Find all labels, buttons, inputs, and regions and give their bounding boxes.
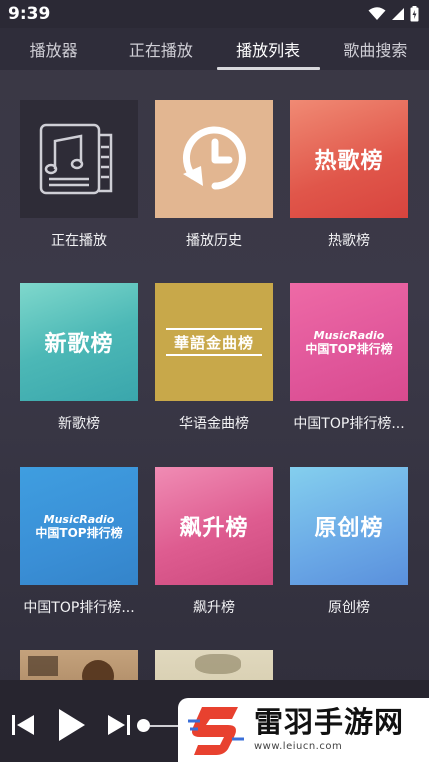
cover-text: 飙升榜 [179,516,249,541]
card-cover: 華語金曲榜 [155,283,273,401]
cover-text: 原创榜 [314,516,384,541]
cover-text: 新歌榜 [44,332,114,357]
card-cover: 原创榜 [290,467,408,585]
watermark-logo-icon [188,707,244,755]
card-title: 原创榜 [328,600,370,616]
card-cover [155,100,273,218]
card-now-playing[interactable]: 正在播放 [20,100,138,250]
battery-icon [410,6,419,22]
card-title: 新歌榜 [58,416,100,432]
watermark-url: www.leiucn.com [254,741,343,752]
watermark-text: 雷羽手游网 www.leiucn.com [254,705,405,753]
tab-player[interactable]: 播放器 [0,28,107,70]
status-icons [368,6,419,22]
card-title: 华语金曲榜 [179,416,249,432]
card-new-songs[interactable]: 新歌榜 新歌榜 [20,283,138,433]
card-soaring[interactable]: 飙升榜 飙升榜 [155,467,273,617]
seek-bar-handle[interactable] [137,719,150,732]
gold-banner: 華語金曲榜 [166,325,262,359]
card-china-top-1[interactable]: MusicRadio 中国TOP排行榜 中国TOP排行榜... [290,283,408,433]
tab-bar: 播放器 正在播放 播放列表 歌曲搜索 [0,28,429,70]
card-cover [20,100,138,218]
card-title: 正在播放 [51,233,107,249]
card-cover: 热歌榜 [290,100,408,218]
musicradio-logo: MusicRadio 中国TOP排行榜 [305,328,393,356]
cover-text: 華語金曲榜 [173,333,254,352]
card-cover: MusicRadio 中国TOP排行榜 [290,283,408,401]
play-icon[interactable] [58,708,86,742]
tab-playlist[interactable]: 播放列表 [215,28,322,70]
card-title: 播放历史 [186,233,242,249]
history-clock-icon [183,126,246,190]
card-partial-1[interactable] [20,650,138,680]
cover-text: 热歌榜 [314,149,384,174]
card-title: 中国TOP排行榜... [23,600,135,616]
card-original[interactable]: 原创榜 原创榜 [290,467,408,617]
tab-song-search[interactable]: 歌曲搜索 [322,28,429,70]
watermark-title: 雷羽手游网 [254,705,405,739]
card-cover: 新歌榜 [20,283,138,401]
skip-next-icon[interactable] [108,714,130,736]
wifi-icon [368,7,386,20]
cover-art-figure [195,654,241,674]
music-document-icon [39,123,113,195]
card-cover [155,650,273,680]
card-title: 热歌榜 [328,233,370,249]
cover-art-figure [28,656,58,676]
cover-art-figure [82,660,114,680]
card-partial-2[interactable] [155,650,273,680]
watermark: 雷羽手游网 www.leiucn.com [178,698,429,762]
card-china-top-2[interactable]: MusicRadio 中国TOP排行榜 中国TOP排行榜... [20,467,138,617]
card-play-history[interactable]: 播放历史 [155,100,273,250]
tab-now-playing[interactable]: 正在播放 [107,28,214,70]
skip-previous-icon[interactable] [12,714,34,736]
card-chinese-hits[interactable]: 華語金曲榜 华语金曲榜 [155,283,273,433]
card-cover: MusicRadio 中国TOP排行榜 [20,467,138,585]
signal-icon [392,8,404,20]
card-hot-songs[interactable]: 热歌榜 热歌榜 [290,100,408,250]
playlist-grid: 正在播放 播放历史 热歌榜 热歌榜 新歌榜 新歌榜 華語金曲榜 华语金曲榜 Mu… [0,70,429,680]
card-cover: 飙升榜 [155,467,273,585]
card-title: 飙升榜 [193,600,235,616]
status-bar: 9:39 [0,0,429,28]
musicradio-logo: MusicRadio 中国TOP排行榜 [35,512,123,540]
card-title: 中国TOP排行榜... [293,416,405,432]
card-cover [20,650,138,680]
status-time: 9:39 [8,4,51,24]
